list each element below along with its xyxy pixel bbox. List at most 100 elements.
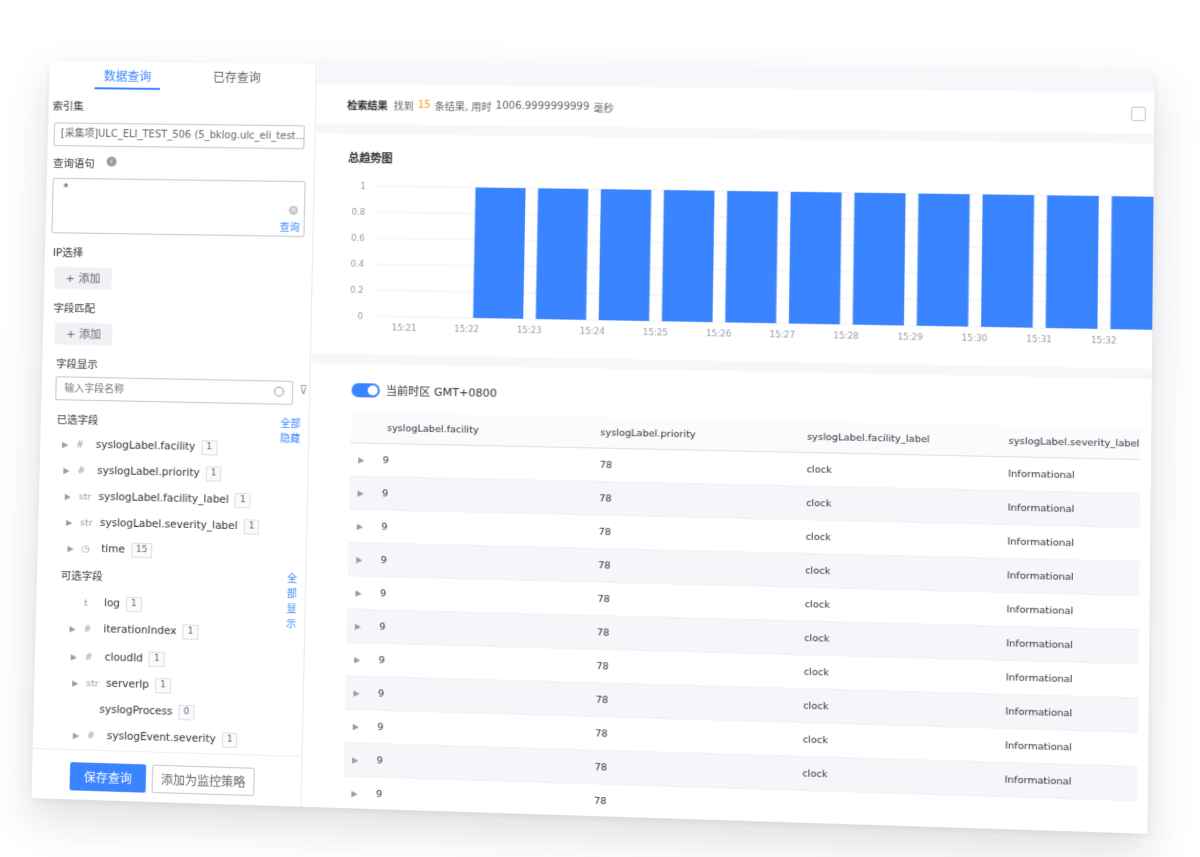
bar-15:28[interactable] — [852, 192, 906, 326]
clear-icon[interactable]: × — [288, 205, 299, 215]
cell-value: Informational — [1005, 671, 1073, 685]
expand-row-icon[interactable]: ▶ — [351, 789, 357, 798]
cell-value: Informational — [1006, 569, 1074, 583]
field-name: time — [101, 543, 126, 556]
bar-15:24[interactable] — [598, 189, 652, 322]
show-all-link[interactable]: 全部显示 — [286, 570, 305, 631]
x-tick-label: 15:28 — [833, 330, 859, 341]
expand-row-icon[interactable]: ▶ — [355, 588, 361, 597]
field-count: 0 — [178, 704, 195, 720]
index-set-select[interactable]: [采集项]ULC_ELI_TEST_506 (5_bklog.ulc_eli_t… — [53, 122, 305, 150]
cell-value: clock — [805, 531, 831, 543]
x-tick-label: 15:31 — [1026, 334, 1052, 345]
tab-data-query[interactable]: 数据查询 — [104, 68, 152, 85]
bar-15:25[interactable] — [661, 190, 715, 323]
expand-caret-icon[interactable]: ▶ — [65, 492, 79, 501]
optional-field-row[interactable]: ▶ # iterationIndex 1 — [69, 618, 199, 642]
index-set-label: 索引集 — [52, 100, 84, 113]
save-query-button[interactable]: 保存查询 — [69, 762, 147, 793]
filter-icon[interactable]: ⊽ — [299, 383, 308, 397]
cell-value: 9 — [380, 554, 387, 566]
selected-field-row[interactable]: ▶ # syslogLabel.priority 1 — [63, 460, 222, 484]
optional-field-row[interactable]: t log 1 — [84, 593, 142, 615]
expand-caret-icon[interactable]: ▶ — [71, 652, 85, 661]
table-cell: Informational — [996, 762, 1138, 801]
copy-icon[interactable] — [1131, 106, 1146, 122]
table-cell: clock — [795, 654, 998, 695]
cell-value: Informational — [1006, 603, 1074, 617]
expand-caret-icon[interactable]: ▶ — [62, 440, 76, 449]
field-search-text[interactable] — [62, 377, 267, 404]
optional-field-row[interactable]: ▶ # syslogEvent.severity 1 — [73, 725, 238, 750]
bar-15:26[interactable] — [725, 190, 779, 324]
bar-15:22[interactable] — [473, 187, 526, 319]
column-header[interactable]: syslogLabel.facility_label — [798, 421, 1001, 457]
expand-row-icon[interactable]: ▶ — [358, 455, 364, 464]
field-count: 1 — [125, 596, 142, 612]
field-count: 1 — [205, 465, 222, 482]
expand-caret-icon[interactable]: ▶ — [66, 518, 80, 527]
add-field-match-button[interactable]: + 添加 — [54, 322, 113, 346]
column-header[interactable]: syslogLabel.severity_label — [999, 425, 1141, 460]
cell-value: 9 — [381, 521, 388, 533]
expand-caret-icon[interactable]: ▶ — [72, 678, 86, 687]
cell-value: 78 — [598, 526, 612, 538]
bar-15:27[interactable] — [788, 191, 842, 325]
x-tick-label: 15:23 — [517, 325, 542, 336]
table-cell: Informational — [996, 694, 1139, 733]
y-tick-label: 0.8 — [352, 207, 366, 217]
expand-caret-icon[interactable]: ▶ — [67, 544, 81, 553]
field-name: serverIp — [105, 677, 150, 691]
expand-row-icon[interactable]: ▶ — [355, 621, 361, 630]
tab-saved-query[interactable]: 已存查询 — [213, 69, 261, 86]
cell-value: clock — [802, 767, 828, 780]
query-textarea[interactable]: * × 查询 — [51, 177, 306, 238]
result-count: 15 — [417, 99, 431, 111]
expand-caret-icon[interactable]: ▶ — [73, 730, 87, 739]
bar-15:31[interactable] — [1045, 195, 1099, 329]
table-cell: ▶ 9 — [349, 475, 592, 515]
bar-15:29[interactable] — [916, 193, 970, 327]
optional-field-row[interactable]: ▶ # cloudId 1 — [71, 646, 165, 669]
expand-row-icon[interactable]: ▶ — [357, 521, 363, 530]
hide-all-link[interactable]: 全部隐藏 — [280, 415, 309, 446]
cell-value: 78 — [596, 660, 609, 672]
field-count: 15 — [130, 542, 153, 558]
expand-caret-icon[interactable]: ▶ — [69, 624, 83, 633]
cell-value: 9 — [381, 487, 389, 500]
selected-field-row[interactable]: ▶ # syslogLabel.facility 1 — [62, 434, 218, 457]
cell-value: Informational — [1008, 468, 1075, 481]
selected-fields-label: 已选字段 — [56, 414, 99, 427]
column-header[interactable]: syslogLabel.facility — [350, 412, 593, 448]
x-tick-label: 15:29 — [897, 331, 923, 342]
selected-field-row[interactable]: ▶ str syslogLabel.facility_label 1 — [65, 486, 251, 510]
field-search-input[interactable] — [55, 376, 294, 405]
expand-row-icon[interactable]: ▶ — [353, 722, 359, 731]
expand-row-icon[interactable]: ▶ — [357, 488, 363, 497]
bar-15:30[interactable] — [981, 194, 1035, 328]
expand-row-icon[interactable]: ▶ — [353, 688, 359, 697]
x-tick-label: 15:25 — [643, 327, 668, 338]
add-ip-button[interactable]: + 添加 — [53, 266, 113, 290]
optional-field-row[interactable]: syslogProcess 0 — [99, 700, 195, 723]
column-header[interactable]: syslogLabel.priority — [591, 417, 799, 453]
expand-row-icon[interactable]: ▶ — [356, 555, 362, 564]
field-display-label: 字段显示 — [55, 358, 98, 372]
bar-15:32[interactable] — [1110, 196, 1154, 331]
expand-caret-icon[interactable]: ▶ — [63, 466, 77, 475]
search-icon[interactable] — [273, 386, 285, 397]
expand-row-icon[interactable]: ▶ — [354, 655, 360, 664]
expand-row-icon[interactable]: ▶ — [352, 755, 358, 764]
selected-field-row[interactable]: ▶ str syslogLabel.severity_label 1 — [66, 512, 260, 537]
timezone-toggle[interactable] — [351, 383, 380, 398]
cell-value: 9 — [377, 687, 385, 700]
query-sidebar: 数据查询 已存查询 索引集 [采集项]ULC_ELI_TEST_506 (5_b… — [31, 61, 318, 808]
bar-15:23[interactable] — [535, 188, 589, 320]
add-monitor-button[interactable]: 添加为监控策略 — [151, 764, 255, 797]
optional-fields-label: 可选字段 — [60, 570, 103, 584]
run-query-link[interactable]: 查询 — [279, 219, 299, 234]
selected-field-row[interactable]: ▶ ◷ time 15 — [67, 538, 153, 560]
optional-field-row[interactable]: ▶ str serverIp 1 — [72, 673, 172, 696]
table-cell: 78 — [590, 514, 798, 554]
string-type-icon: str — [85, 677, 99, 689]
